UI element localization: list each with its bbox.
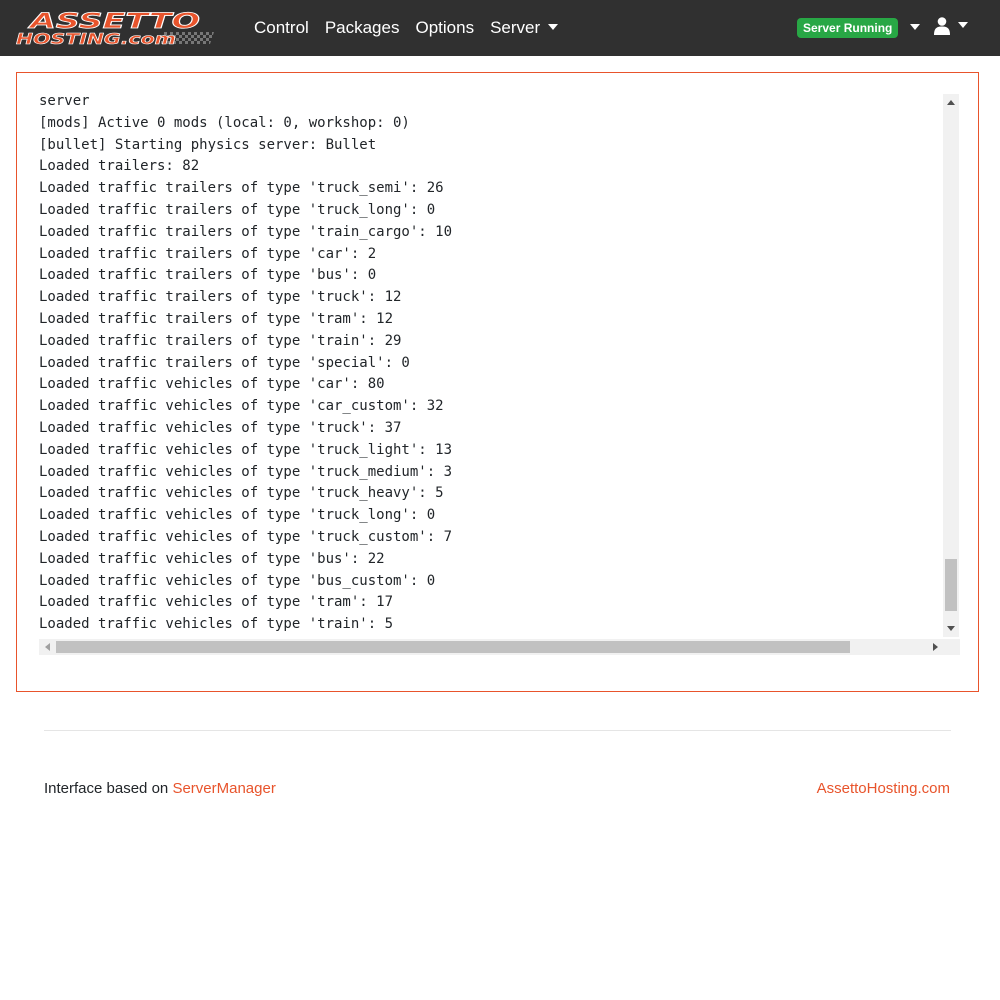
console-line: Loaded traffic vehicles of type 'bus': 2… <box>39 550 385 567</box>
nav-control-label: Control <box>254 18 309 37</box>
footer-divider <box>44 730 951 731</box>
console-line: Loaded traffic vehicles of type 'tram': … <box>39 594 394 611</box>
scroll-right-icon[interactable] <box>933 643 938 651</box>
console-line: Loaded trailers: 82 <box>39 158 200 175</box>
nav-packages[interactable]: Packages <box>317 18 408 38</box>
console-line: server <box>39 93 90 109</box>
console-line: Loaded traffic trailers of type 'truck_s… <box>39 180 444 197</box>
scroll-down-icon[interactable] <box>947 626 955 631</box>
console-line: Loaded traffic vehicles of type 'truck_h… <box>39 485 444 502</box>
console-line: Loaded traffic vehicles of type 'truck_l… <box>39 441 453 458</box>
console-line: Loaded traffic trailers of type 'special… <box>39 354 410 371</box>
console-line: Loaded traffic trailers of type 'bus': 0 <box>39 267 377 284</box>
footer-right: AssettoHosting.com <box>817 780 950 797</box>
console-output[interactable]: server [mods] Active 0 mods (local: 0, w… <box>39 91 960 657</box>
console-line: Loaded traffic vehicles of type 'bus_cus… <box>39 572 436 589</box>
nav-options-label: Options <box>415 18 475 37</box>
console-line: Loaded traffic vehicles of type 'car': 8… <box>39 376 385 393</box>
chevron-down-icon <box>910 24 921 30</box>
nav-options[interactable]: Options <box>407 18 482 38</box>
console-line: Loaded traffic vehicles of type 'truck':… <box>39 419 402 436</box>
nav-packages-label: Packages <box>324 18 400 37</box>
nav-server-dropdown[interactable]: Server <box>482 18 566 38</box>
status-badge: Server Running <box>797 18 899 38</box>
chevron-down-icon <box>958 22 968 28</box>
scroll-up-icon[interactable] <box>947 100 955 105</box>
console-line: Loaded traffic trailers of type 'car': 2 <box>39 245 377 262</box>
user-menu-dropdown[interactable] <box>934 17 968 35</box>
console-line: Loaded traffic vehicles of type 'car_cus… <box>39 398 444 415</box>
console-line: Loaded traffic trailers of type 'train':… <box>39 332 402 349</box>
nav-control[interactable]: Control <box>246 18 317 38</box>
console-line: Loaded traffic trailers of type 'tram': … <box>39 310 394 327</box>
brand-logo[interactable]: ASSETTO HOSTING.com <box>14 8 214 48</box>
user-icon <box>934 17 950 35</box>
console-line: Loaded traffic trailers of type 'truck':… <box>39 289 402 306</box>
assettohosting-link[interactable]: AssettoHosting.com <box>817 780 950 797</box>
console-line: [mods] Active 0 mods (local: 0, workshop… <box>39 114 410 131</box>
footer-credit: Interface based on ServerManager <box>44 780 276 797</box>
console-panel: server [mods] Active 0 mods (local: 0, w… <box>16 72 979 692</box>
navbar: ASSETTO HOSTING.com Control Packages Opt… <box>0 0 1000 56</box>
console-line: Loaded traffic trailers of type 'train_c… <box>39 223 453 240</box>
horizontal-scrollbar[interactable] <box>39 639 960 655</box>
vertical-scrollbar[interactable] <box>943 94 959 637</box>
console-line: Loaded traffic trailers of type 'truck_l… <box>39 201 436 218</box>
console-line: [bullet] Starting physics server: Bullet <box>39 136 377 153</box>
server-status-dropdown[interactable]: Server Running <box>797 18 921 38</box>
console-line: Loaded traffic vehicles of type 'train':… <box>39 616 394 633</box>
nav-server-label: Server <box>490 18 541 37</box>
scroll-left-icon[interactable] <box>45 643 50 651</box>
horizontal-scroll-thumb[interactable] <box>56 641 850 653</box>
console-line: Loaded traffic vehicles of type 'truck_l… <box>39 507 436 524</box>
console-log: server [mods] Active 0 mods (local: 0, w… <box>39 91 960 636</box>
svg-text:HOSTING.com: HOSTING.com <box>16 30 176 48</box>
main-nav: Control Packages Options Server <box>246 0 566 56</box>
footer-credit-text: Interface based on <box>44 780 173 797</box>
chevron-down-icon <box>548 24 559 30</box>
servermanager-link[interactable]: ServerManager <box>172 780 275 797</box>
vertical-scroll-thumb[interactable] <box>945 559 957 611</box>
console-line: Loaded traffic vehicles of type 'truck_c… <box>39 528 453 545</box>
console-line: Loaded traffic vehicles of type 'truck_m… <box>39 463 453 480</box>
